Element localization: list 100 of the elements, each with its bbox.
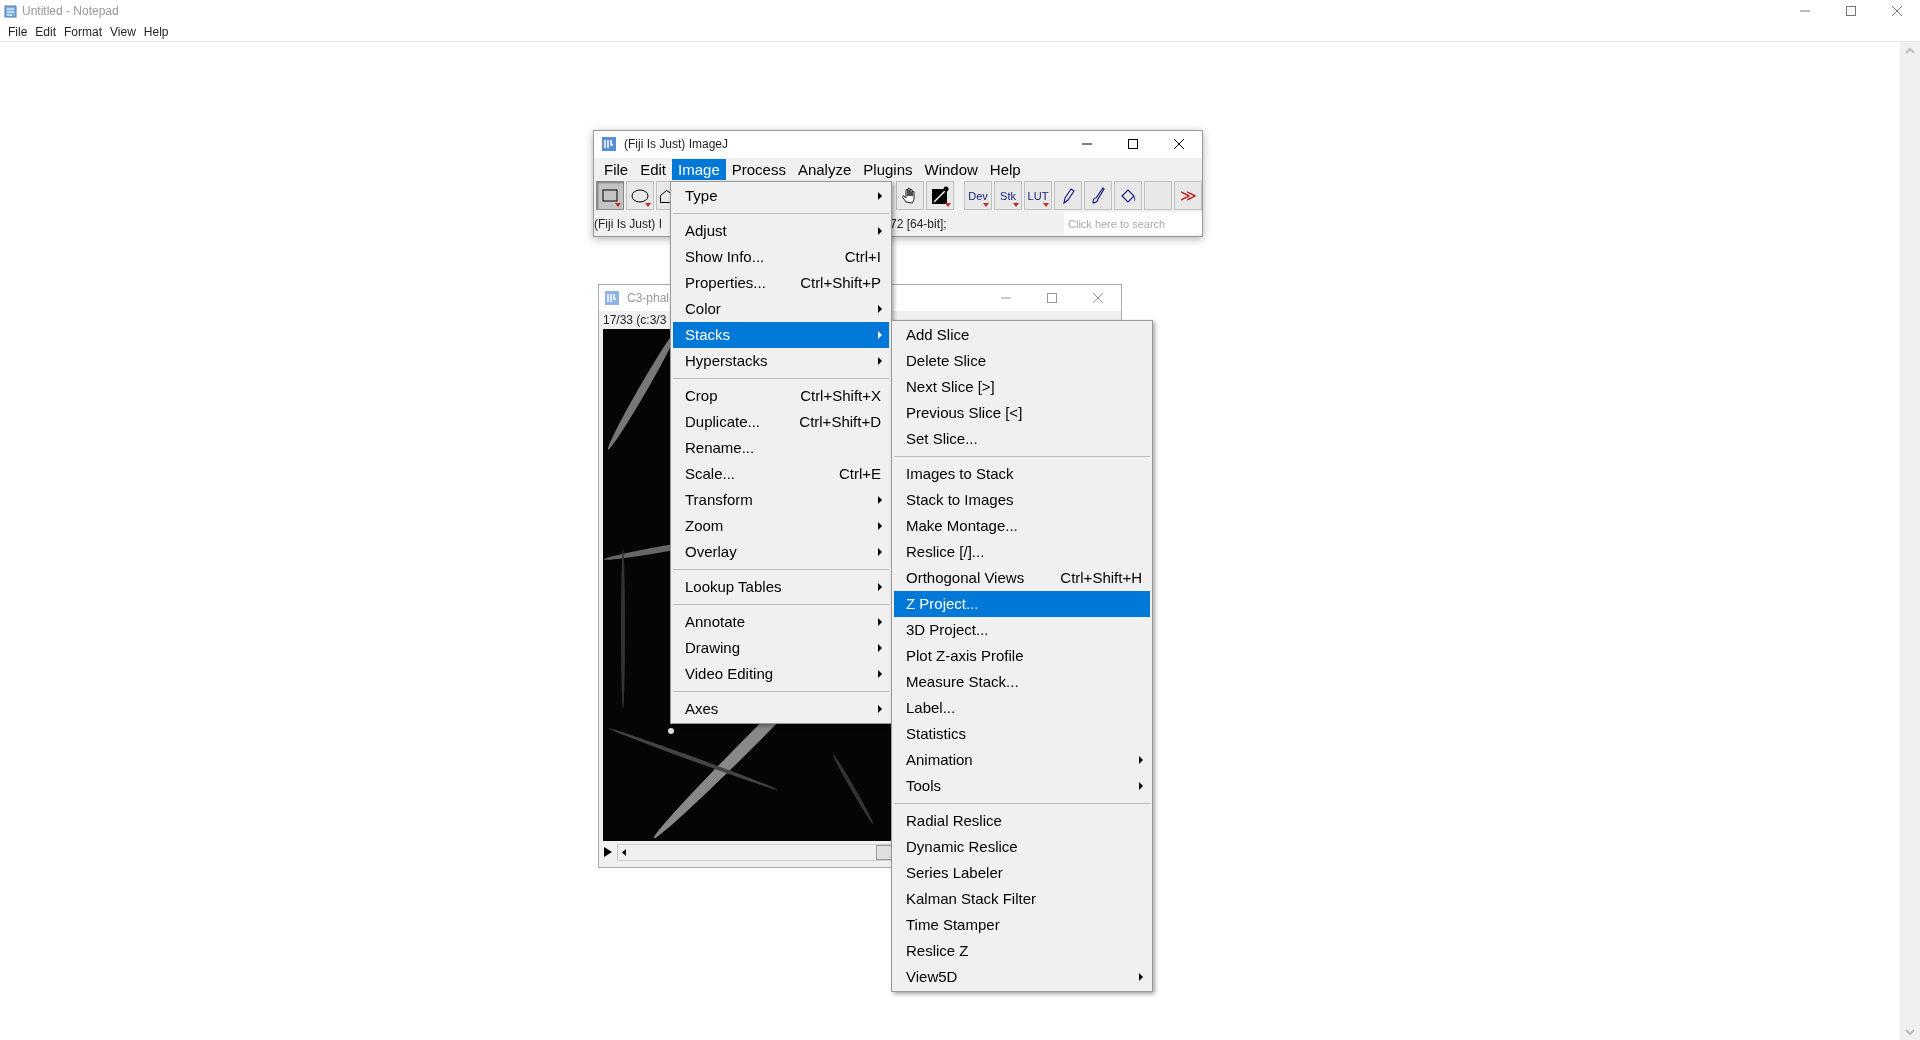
menu-item[interactable]: Adjust [673,218,889,244]
more-tools-button[interactable]: ≫ [1174,181,1202,211]
menu-item[interactable]: Process [725,158,792,180]
submenu-arrow-icon [875,496,885,504]
menu-item[interactable]: Help [139,22,173,41]
submenu-arrow-icon [875,618,885,626]
menu-item[interactable]: Label... [894,695,1150,721]
menu-item[interactable]: Z Project... [894,591,1150,617]
pencil-tool-button[interactable] [1054,181,1082,211]
menu-item[interactable]: Previous Slice [<] [894,400,1150,426]
menu-item[interactable]: Radial Reslice [894,808,1150,834]
menu-item[interactable]: Duplicate... Ctrl+Shift+D [673,409,889,435]
menu-item[interactable]: Animation [894,747,1150,773]
menu-item[interactable]: Add Slice [894,322,1150,348]
app-icon [602,137,616,152]
menu-item[interactable]: Properties... Ctrl+Shift+P [673,270,889,296]
rectangle-tool-button[interactable] [596,181,624,211]
window-title: (Fiji Is Just) ImageJ [624,136,728,154]
play-icon[interactable] [603,846,613,858]
menu-item[interactable]: Crop Ctrl+Shift+X [673,383,889,409]
menu-item[interactable]: Time Stamper [894,912,1150,938]
menu-item[interactable]: Overlay [673,539,889,565]
fill-tool-button[interactable] [1114,181,1142,211]
menu-item[interactable]: Video Editing [673,661,889,687]
menu-item[interactable]: Dynamic Reslice [894,834,1150,860]
submenu-arrow-icon [1136,756,1146,764]
menu-item[interactable]: Drawing [673,635,889,661]
menu-item[interactable]: Scale... Ctrl+E [673,461,889,487]
menu-item[interactable]: Statistics [894,721,1150,747]
menu-item[interactable]: Type [673,183,889,209]
menu-item[interactable]: View5D [894,964,1150,990]
menu-item[interactable]: Measure Stack... [894,669,1150,695]
menu-item[interactable]: Delete Slice [894,348,1150,374]
submenu-arrow-icon [875,522,885,530]
menu-item[interactable]: Plugins [857,158,919,180]
menu-item[interactable]: Make Montage... [894,513,1150,539]
submenu-arrow-icon [875,644,885,652]
menu-item[interactable]: Stack to Images [894,487,1150,513]
menu-item[interactable]: Series Labeler [894,860,1150,886]
submenu-arrow-icon [875,305,885,313]
menu-item[interactable]: Plot Z-axis Profile [894,643,1150,669]
menu-item[interactable]: Reslice [/]... [894,539,1150,565]
submenu-arrow-icon [875,583,885,591]
status-text: (Fiji Is Just) I [594,215,662,233]
hand-tool-button[interactable] [896,181,924,211]
dropdown-triangle-icon [945,203,951,208]
menu-item[interactable]: Zoom [673,513,889,539]
menu-item[interactable]: Images to Stack [894,461,1150,487]
menu-item[interactable]: File [598,158,635,180]
menu-item[interactable]: Rename... [673,435,889,461]
menu-item[interactable]: Color [673,296,889,322]
image-info: 17/33 (c:3/3 [603,312,667,329]
menu-item[interactable]: Format [60,22,107,41]
menu-item[interactable]: Kalman Stack Filter [894,886,1150,912]
dropdown-triangle-icon [1043,203,1049,208]
menu-item[interactable]: Edit [634,158,673,180]
menu-tool-button[interactable]: Stk [994,181,1022,211]
polygon-icon [660,189,670,204]
menu-item[interactable]: Set Slice... [894,426,1150,452]
window-title: Untitled - Notepad [22,3,119,20]
dropper-icon [930,185,950,206]
submenu-arrow-icon [875,548,885,556]
menu-item[interactable]: Reslice Z [894,938,1150,964]
menu-tool-button[interactable]: Dev [964,181,992,211]
menu-tool-button[interactable]: LUT [1024,181,1052,211]
menu-item[interactable]: Analyze [791,158,858,180]
menu-item[interactable]: Next Slice [>] [894,374,1150,400]
scrollbar[interactable] [1900,42,1920,1040]
submenu-arrow-icon [1136,973,1146,981]
submenu-arrow-icon [1136,782,1146,790]
menu-item[interactable]: Show Info... Ctrl+I [673,244,889,270]
menu-item[interactable]: Tools [894,773,1150,799]
menu-item[interactable]: Orthogonal Views Ctrl+Shift+H [894,565,1150,591]
oval-tool-button[interactable] [626,181,654,211]
submenu-arrow-icon [875,227,885,235]
submenu-arrow-icon [875,670,885,678]
menu-item[interactable]: Window [918,158,984,180]
submenu-arrow-icon [875,331,885,339]
menu-item[interactable]: Lookup Tables [673,574,889,600]
menu-item[interactable]: Transform [673,487,889,513]
menu-item[interactable]: View [106,22,140,41]
menu-item[interactable]: Stacks [673,322,889,348]
dropper-tool-button[interactable] [926,181,954,211]
menu-item[interactable]: Axes [673,696,889,722]
brush-tool-button[interactable] [1084,181,1112,211]
menu-item[interactable]: Annotate [673,609,889,635]
menu-item[interactable]: File [4,22,32,41]
status-text: 72 [64-bit]; [890,215,947,233]
window-title: C3-phal [627,290,670,307]
menu-item[interactable]: 3D Project... [894,617,1150,643]
app-icon [605,291,619,305]
search-field[interactable]: Click here to search [1064,212,1202,236]
menu-item[interactable]: Help [983,158,1027,180]
menu-item[interactable]: Edit [31,22,61,41]
submenu-arrow-icon [875,192,885,200]
dropdown-triangle-icon [983,203,989,208]
menu-item[interactable]: Hyperstacks [673,348,889,374]
submenu-arrow-icon [875,705,885,713]
menu-item[interactable]: Image [672,158,726,180]
submenu-arrow-icon [875,357,885,365]
